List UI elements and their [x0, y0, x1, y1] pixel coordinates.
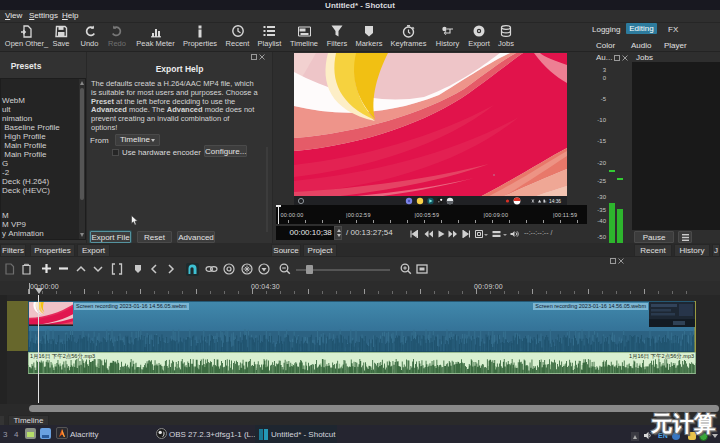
svg-text:14:36: 14:36: [549, 199, 561, 204]
